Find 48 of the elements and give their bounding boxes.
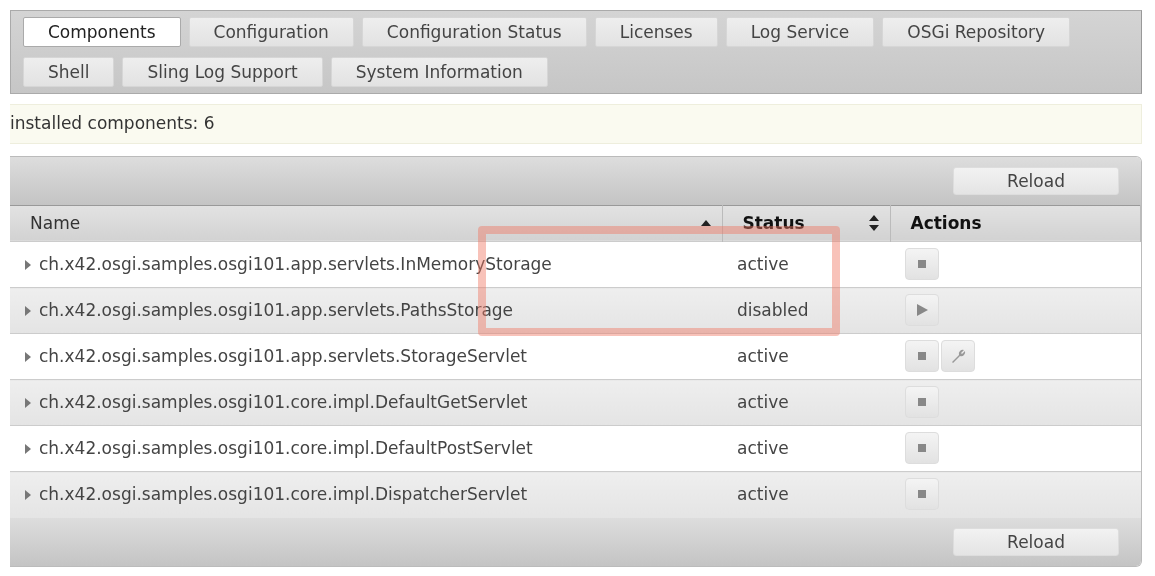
tab[interactable]: Sling Log Support <box>122 57 323 87</box>
component-name[interactable]: ch.x42.osgi.samples.osgi101.core.impl.DefaultPostServlet <box>39 437 533 458</box>
tab[interactable]: Log Service <box>725 17 875 47</box>
stop-button[interactable] <box>905 478 939 510</box>
tab[interactable]: Configuration <box>188 17 354 47</box>
wrench-icon <box>950 348 966 364</box>
expand-icon[interactable] <box>25 490 31 500</box>
tab[interactable]: Licenses <box>594 17 718 47</box>
component-name[interactable]: ch.x42.osgi.samples.osgi101.app.servlets.InMemoryStorage <box>39 253 552 274</box>
expand-icon[interactable] <box>25 259 31 270</box>
table-row[interactable]: ch.x42.osgi.samples.osgi101.core.impl.DefaultGetServlet active <box>10 379 1141 426</box>
stop-button[interactable] <box>905 340 939 372</box>
stop-icon <box>918 444 926 452</box>
stop-icon <box>918 260 926 268</box>
expand-icon[interactable] <box>25 351 31 362</box>
reload-button[interactable]: Reload <box>953 166 1119 195</box>
table-row[interactable]: ch.x42.osgi.samples.osgi101.app.servlets.PathsStorage disabled <box>10 287 1141 334</box>
component-name[interactable]: ch.x42.osgi.samples.osgi101.core.impl.DispatcherServlet <box>39 484 528 504</box>
reload-button[interactable]: Reload <box>953 527 1119 556</box>
stop-button[interactable] <box>905 432 939 464</box>
stop-icon <box>918 398 926 406</box>
sort-ascending-icon[interactable] <box>699 219 712 228</box>
column-header[interactable]: Name <box>10 205 722 242</box>
expand-icon[interactable] <box>25 397 31 408</box>
column-header: Actions <box>890 205 1141 242</box>
expand-icon[interactable] <box>25 305 31 316</box>
play-icon <box>916 304 928 316</box>
status-cell: active <box>722 471 890 518</box>
expand-icon[interactable] <box>25 443 31 454</box>
stop-icon <box>918 490 926 498</box>
table-row[interactable]: ch.x42.osgi.samples.osgi101.core.impl.DispatcherServlet active <box>10 471 1141 518</box>
tab[interactable]: System Information <box>330 57 548 87</box>
sort-icon[interactable] <box>867 215 880 232</box>
configure-button[interactable] <box>941 340 975 372</box>
stop-icon <box>918 352 926 360</box>
status-text: installed components: 6 <box>10 113 215 133</box>
tab[interactable]: OSGi Repository <box>882 17 1071 47</box>
tab[interactable]: Configuration Status <box>361 17 587 47</box>
stop-button[interactable] <box>905 386 939 418</box>
component-name[interactable]: ch.x42.osgi.samples.osgi101.app.servlets.StorageServlet <box>39 345 528 366</box>
component-name[interactable]: ch.x42.osgi.samples.osgi101.core.impl.DefaultGetServlet <box>39 391 528 412</box>
component-name[interactable]: ch.x42.osgi.samples.osgi101.app.servlets.PathsStorage <box>39 299 514 320</box>
status-cell: disabled <box>722 287 890 334</box>
tab[interactable]: Shell <box>23 57 115 87</box>
start-button[interactable] <box>905 294 939 326</box>
stop-button[interactable] <box>905 248 939 280</box>
status-cell: active <box>722 379 890 426</box>
tab[interactable]: Components <box>23 17 181 47</box>
